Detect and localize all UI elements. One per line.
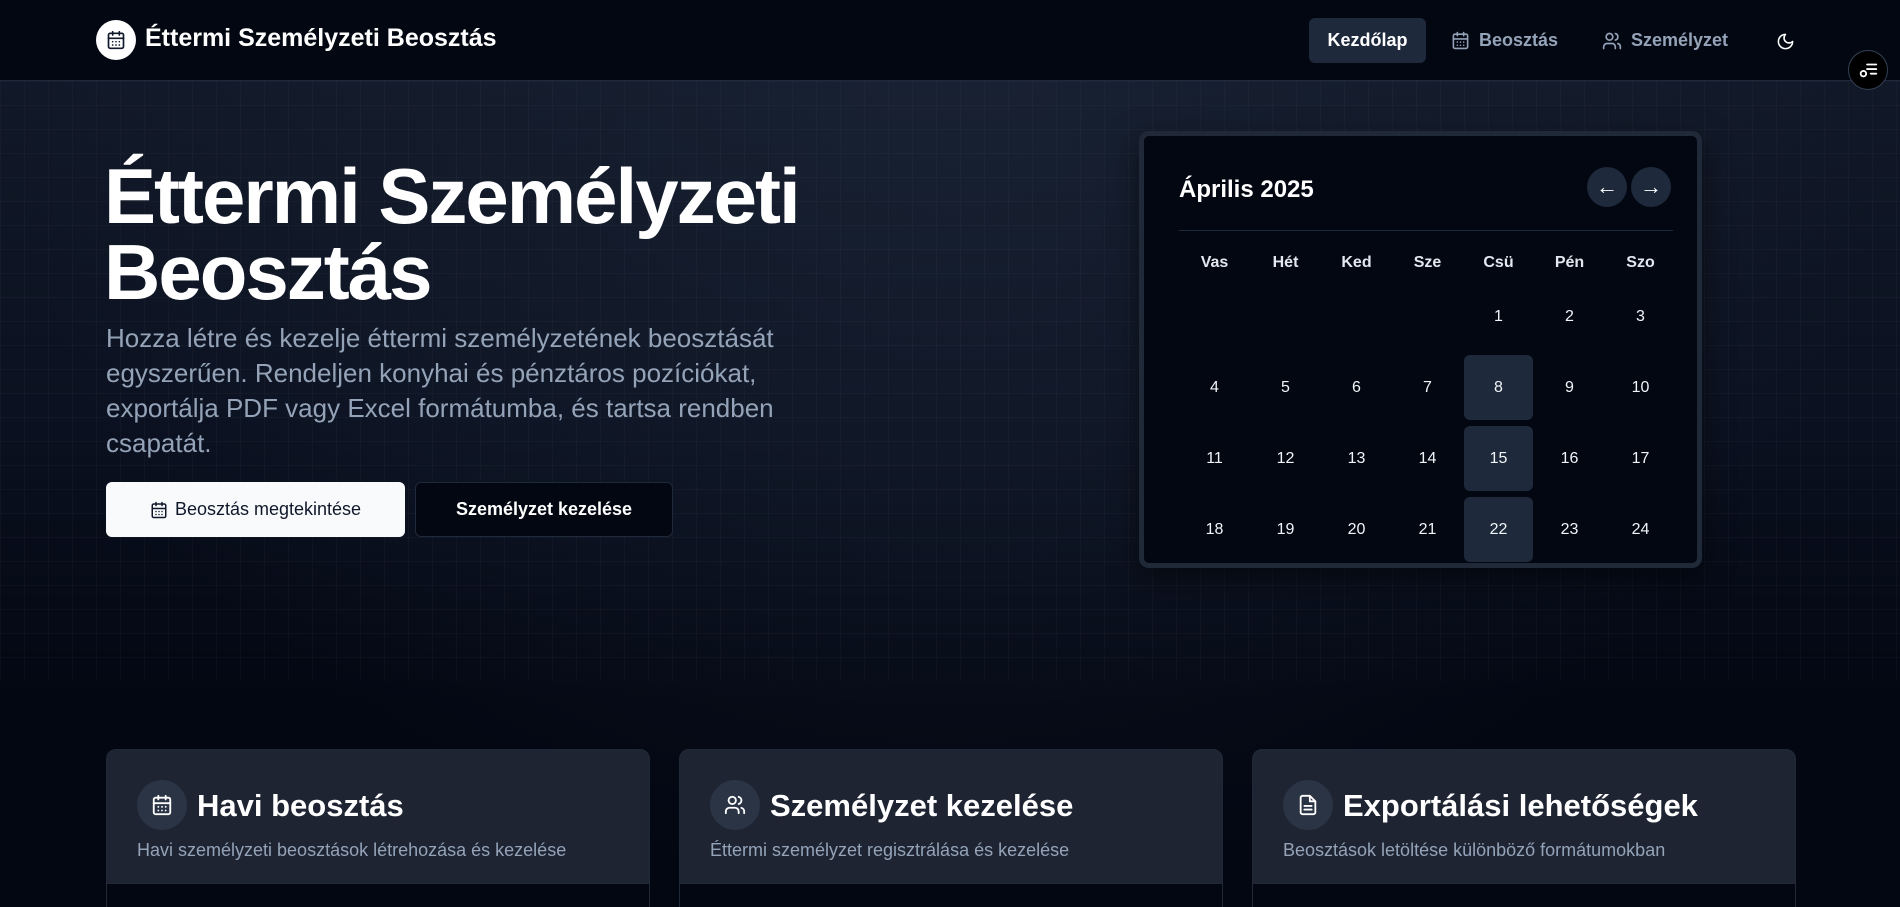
calendar-day[interactable]: 22 xyxy=(1464,497,1533,562)
users-icon xyxy=(710,780,760,830)
calendar-prev-button[interactable]: ← xyxy=(1587,167,1627,207)
weekday-header: Csü xyxy=(1483,254,1514,271)
calendar-widget: Április 2025 ← → Vas Hét Ked Sze Csü Pén Szo 1 2… xyxy=(1139,131,1702,568)
calendar-day[interactable]: 10 xyxy=(1605,352,1676,423)
moon-icon xyxy=(1776,32,1795,51)
file-icon xyxy=(1283,780,1333,830)
manage-staff-button[interactable]: Személyzet kezelése xyxy=(415,482,673,537)
feature-card-staff-management[interactable]: Személyzet kezelése Éttermi személyzet r… xyxy=(679,749,1223,907)
weekday-header: Sze xyxy=(1413,254,1442,271)
top-navbar: Éttermi Személyzeti Beosztás Kezdőlap Be… xyxy=(0,0,1900,81)
calendar-day[interactable]: 17 xyxy=(1605,423,1676,494)
nav-staff-link[interactable]: Személyzet xyxy=(1602,18,1728,63)
card-content-area xyxy=(1253,883,1795,907)
list-settings-icon xyxy=(1857,59,1879,81)
calendar-day[interactable]: 9 xyxy=(1534,352,1605,423)
arrow-right-icon: → xyxy=(1640,174,1662,199)
calendar-day[interactable]: 12 xyxy=(1250,423,1321,494)
calendar-grid: Vas Hét Ked Sze Csü Pén Szo 1 2 3 4 5 6 7 8 9 10 11 12 13 14… xyxy=(1179,245,1676,565)
nav-staff-label: Személyzet xyxy=(1631,30,1729,50)
hero-title: Éttermi Személyzeti Beosztás xyxy=(104,152,801,316)
calendar-day[interactable]: 15 xyxy=(1464,426,1533,491)
app-title[interactable]: Éttermi Személyzeti Beosztás xyxy=(145,24,497,53)
weekday-header: Szo xyxy=(1626,254,1655,271)
nav-schedule-label: Beosztás xyxy=(1479,30,1559,50)
view-schedule-label: Beosztás megtekintése xyxy=(174,499,362,519)
calendar-day[interactable]: 13 xyxy=(1321,423,1392,494)
calendar-empty-cell xyxy=(1250,281,1321,352)
floating-settings-button[interactable] xyxy=(1848,50,1888,90)
calendar-day[interactable]: 18 xyxy=(1179,494,1250,565)
calendar-day[interactable]: 8 xyxy=(1464,355,1533,420)
calendar-day[interactable]: 5 xyxy=(1250,352,1321,423)
weekday-header: Hét xyxy=(1272,254,1299,271)
calendar-day[interactable]: 3 xyxy=(1605,281,1676,352)
weekday-header: Pén xyxy=(1554,254,1585,271)
feature-description: Éttermi személyzet regisztrálása és keze… xyxy=(710,840,1070,860)
calendar-day[interactable]: 19 xyxy=(1250,494,1321,565)
calendar-empty-cell xyxy=(1321,281,1392,352)
calendar-icon xyxy=(1451,31,1470,50)
calendar-empty-cell xyxy=(1392,281,1463,352)
calendar-day[interactable]: 2 xyxy=(1534,281,1605,352)
card-content-area xyxy=(680,883,1222,907)
manage-staff-label: Személyzet kezelése xyxy=(455,499,633,519)
calendar-day[interactable]: 20 xyxy=(1321,494,1392,565)
arrow-left-icon: ← xyxy=(1596,174,1618,199)
hero-description: Hozza létre és kezelje éttermi személyze… xyxy=(106,323,774,458)
users-icon xyxy=(1602,31,1622,51)
calendar-empty-cell xyxy=(1179,281,1250,352)
weekday-header: Ked xyxy=(1341,254,1372,271)
calendar-icon xyxy=(137,780,187,830)
calendar-day[interactable]: 16 xyxy=(1534,423,1605,494)
view-schedule-button[interactable]: Beosztás megtekintése xyxy=(106,482,405,537)
nav-home-link[interactable]: Kezdőlap xyxy=(1309,18,1426,63)
calendar-month-label: Április 2025 xyxy=(1179,176,1314,203)
calendar-icon xyxy=(150,501,168,519)
calendar-day[interactable]: 24 xyxy=(1605,494,1676,565)
logo-calendar-icon[interactable] xyxy=(96,20,136,60)
weekday-header: Vas xyxy=(1200,254,1229,271)
calendar-day[interactable]: 4 xyxy=(1179,352,1250,423)
feature-card-export-options[interactable]: Exportálási lehetőségek Beosztások letöl… xyxy=(1252,749,1796,907)
nav-schedule-link[interactable]: Beosztás xyxy=(1451,18,1558,63)
calendar-divider xyxy=(1179,230,1673,231)
feature-title: Exportálási lehetőségek xyxy=(1343,788,1698,823)
feature-title: Személyzet kezelése xyxy=(770,788,1074,823)
feature-card-monthly-schedule[interactable]: Havi beosztás Havi személyzeti beosztáso… xyxy=(106,749,650,907)
calendar-day[interactable]: 21 xyxy=(1392,494,1463,565)
feature-title: Havi beosztás xyxy=(197,788,404,823)
calendar-next-button[interactable]: → xyxy=(1631,167,1671,207)
calendar-day[interactable]: 14 xyxy=(1392,423,1463,494)
calendar-day[interactable]: 7 xyxy=(1392,352,1463,423)
calendar-day[interactable]: 6 xyxy=(1321,352,1392,423)
calendar-day[interactable]: 23 xyxy=(1534,494,1605,565)
calendar-day[interactable]: 1 xyxy=(1463,281,1534,352)
card-content-area xyxy=(107,883,649,907)
feature-description: Beosztások letöltése különböző formátumo… xyxy=(1283,840,1666,860)
nav-home-label: Kezdőlap xyxy=(1327,30,1408,50)
calendar-day[interactable]: 11 xyxy=(1179,423,1250,494)
feature-description: Havi személyzeti beosztások létrehozása … xyxy=(137,840,567,860)
theme-toggle-button[interactable] xyxy=(1767,23,1803,59)
